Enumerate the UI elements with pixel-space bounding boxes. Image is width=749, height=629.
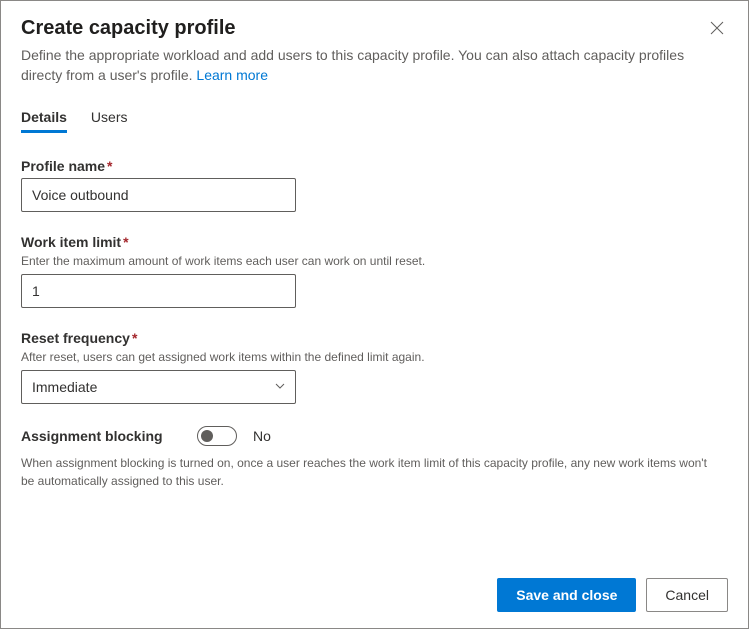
cancel-button[interactable]: Cancel (646, 578, 728, 612)
dialog-title: Create capacity profile (21, 17, 236, 40)
profile-name-input[interactable] (21, 178, 296, 212)
required-marker: * (132, 330, 137, 346)
subtitle-text: Define the appropriate workload and add … (21, 47, 684, 83)
reset-frequency-label-text: Reset frequency (21, 330, 130, 346)
toggle-knob (201, 430, 213, 442)
profile-name-label: Profile name* (21, 158, 301, 174)
learn-more-link[interactable]: Learn more (196, 67, 268, 83)
reset-frequency-label: Reset frequency* (21, 330, 301, 346)
dialog-subtitle: Define the appropriate workload and add … (21, 46, 721, 85)
required-marker: * (123, 234, 128, 250)
save-and-close-button[interactable]: Save and close (497, 578, 636, 612)
assignment-blocking-help: When assignment blocking is turned on, o… (21, 454, 721, 490)
assignment-blocking-toggle[interactable] (197, 426, 237, 446)
assignment-blocking-label: Assignment blocking (21, 428, 181, 444)
profile-name-label-text: Profile name (21, 158, 105, 174)
tab-details[interactable]: Details (21, 103, 67, 133)
work-item-limit-help: Enter the maximum amount of work items e… (21, 254, 301, 268)
work-item-limit-label: Work item limit* (21, 234, 301, 250)
tab-users[interactable]: Users (91, 103, 128, 133)
reset-frequency-help: After reset, users can get assigned work… (21, 350, 301, 364)
required-marker: * (107, 158, 112, 174)
assignment-blocking-value: No (253, 428, 271, 444)
tabs: Details Users (21, 103, 728, 134)
close-icon[interactable] (706, 17, 728, 43)
work-item-limit-input[interactable] (21, 274, 296, 308)
dialog-footer: Save and close Cancel (497, 578, 728, 612)
work-item-limit-label-text: Work item limit (21, 234, 121, 250)
reset-frequency-select[interactable] (21, 370, 296, 404)
